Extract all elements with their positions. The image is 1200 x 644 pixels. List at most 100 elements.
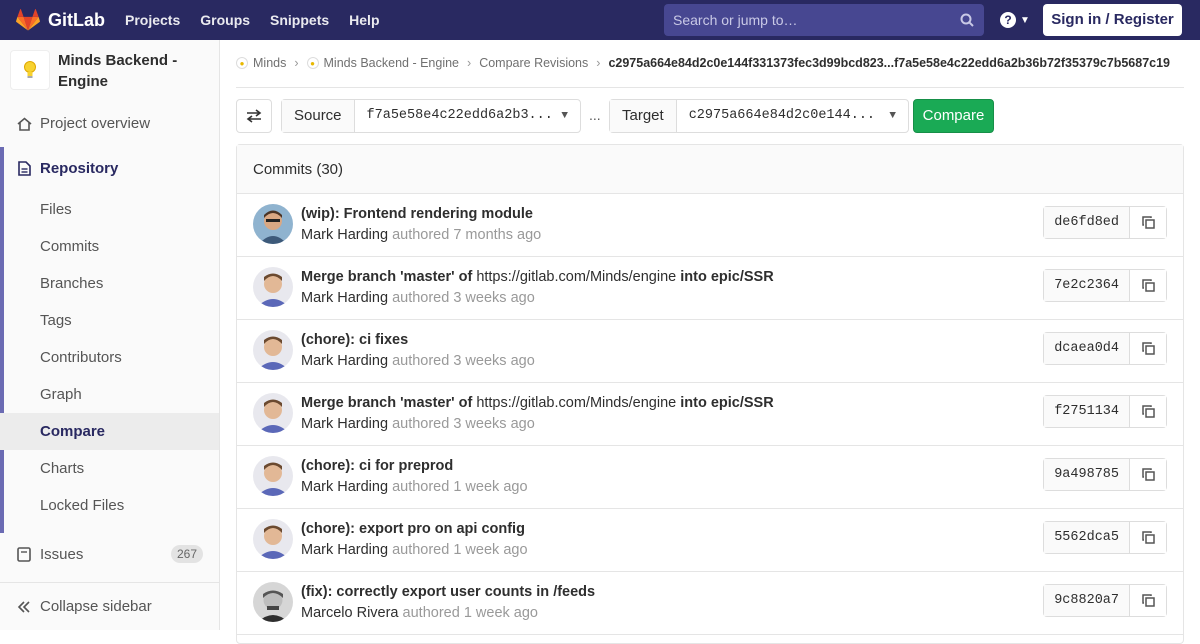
commit-sha[interactable]: dcaea0d4 bbox=[1044, 333, 1130, 364]
breadcrumb: ● Minds › ● Minds Backend - Engine › Com… bbox=[236, 48, 1184, 88]
sidebar-item-commits[interactable]: Commits bbox=[0, 228, 219, 265]
commit-author[interactable]: Mark Harding bbox=[301, 353, 388, 369]
copy-sha-button[interactable] bbox=[1130, 333, 1166, 364]
avatar[interactable] bbox=[253, 393, 293, 433]
copy-icon bbox=[1141, 531, 1155, 544]
commit-sha[interactable]: 9a498785 bbox=[1044, 459, 1130, 490]
sidebar-item-issues[interactable]: Issues 267 bbox=[0, 536, 219, 573]
commit-meta: Mark Harding authored 7 months ago bbox=[301, 227, 541, 243]
avatar[interactable] bbox=[253, 267, 293, 307]
avatar[interactable] bbox=[253, 519, 293, 559]
copy-sha-button[interactable] bbox=[1130, 396, 1166, 427]
group-avatar-icon: ● bbox=[236, 57, 248, 69]
target-ref-dropdown[interactable]: c2975a664e84d2c0e144... ▼ bbox=[677, 100, 908, 132]
double-chevron-left-icon bbox=[16, 599, 32, 615]
commit-sha[interactable]: 5562dca5 bbox=[1044, 522, 1130, 553]
commit-sha[interactable]: de6fd8ed bbox=[1044, 207, 1130, 238]
lightbulb-icon bbox=[24, 61, 36, 78]
swap-revisions-button[interactable] bbox=[236, 99, 272, 133]
breadcrumb-item-project[interactable]: ● Minds Backend - Engine bbox=[306, 56, 459, 70]
source-label: Source bbox=[282, 100, 355, 132]
commit-sha[interactable]: 9c8820a7 bbox=[1044, 585, 1130, 616]
help-dropdown[interactable]: ? ▼ bbox=[1000, 12, 1030, 28]
commit-title-suffix: into epic/SSR bbox=[680, 269, 774, 285]
sidebar-item-branches[interactable]: Branches bbox=[0, 265, 219, 302]
commit-sha[interactable]: 7e2c2364 bbox=[1044, 270, 1130, 301]
source-ref-dropdown[interactable]: f7a5e58e4c22edd6a2b3... ▼ bbox=[355, 100, 580, 132]
sidebar-item-graph[interactable]: Graph bbox=[0, 376, 219, 413]
sidebar-item-compare[interactable]: Compare bbox=[0, 413, 219, 450]
commit-verb: authored bbox=[392, 416, 450, 432]
commit-meta: Marcelo Rivera authored 1 week ago bbox=[301, 605, 538, 621]
sidebar-item-project-overview[interactable]: Project overview bbox=[0, 105, 219, 142]
commit-title-suffix: into epic/SSR bbox=[680, 395, 774, 411]
chevron-down-icon: ▼ bbox=[889, 110, 896, 122]
commit-sha-group: 7e2c2364 bbox=[1043, 269, 1167, 302]
commit-title[interactable]: (wip): Frontend rendering module bbox=[301, 206, 533, 222]
top-navbar: GitLab Projects Groups Snippets Help ? ▼… bbox=[0, 0, 1200, 40]
sign-in-button[interactable]: Sign in / Register bbox=[1043, 4, 1182, 36]
breadcrumb-item-compare[interactable]: Compare Revisions bbox=[479, 56, 588, 70]
copy-sha-button[interactable] bbox=[1130, 585, 1166, 616]
copy-icon bbox=[1141, 342, 1155, 355]
copy-sha-button[interactable] bbox=[1130, 522, 1166, 553]
commit-title[interactable]: Merge branch 'master' of https://gitlab.… bbox=[301, 395, 774, 411]
commit-title[interactable]: Merge branch 'master' of https://gitlab.… bbox=[301, 269, 774, 285]
commit-author[interactable]: Mark Harding bbox=[301, 542, 388, 558]
collapse-sidebar-button[interactable]: Collapse sidebar bbox=[0, 588, 219, 625]
source-ref-selector[interactable]: Source f7a5e58e4c22edd6a2b3... ▼ bbox=[281, 99, 581, 133]
commit-title-link[interactable]: https://gitlab.com/Minds/engine bbox=[476, 395, 676, 411]
project-header[interactable]: Minds Backend - Engine bbox=[10, 50, 198, 92]
commit-author[interactable]: Mark Harding bbox=[301, 416, 388, 432]
commit-row: (chore): ci for preprod Mark Harding aut… bbox=[237, 446, 1183, 509]
avatar[interactable] bbox=[253, 330, 293, 370]
commit-author[interactable]: Marcelo Rivera bbox=[301, 605, 399, 621]
sidebar-item-tags[interactable]: Tags bbox=[0, 302, 219, 339]
copy-sha-button[interactable] bbox=[1130, 270, 1166, 301]
nav-link-groups[interactable]: Groups bbox=[200, 12, 250, 28]
commit-meta: Mark Harding authored 1 week ago bbox=[301, 479, 528, 495]
chevron-down-icon: ▼ bbox=[1020, 14, 1030, 26]
sidebar-item-label: Project overview bbox=[40, 115, 151, 132]
sidebar-item-charts[interactable]: Charts bbox=[0, 450, 219, 487]
commit-title[interactable]: (chore): export pro on api config bbox=[301, 521, 525, 537]
commit-title[interactable]: (fix): correctly export user counts in /… bbox=[301, 584, 595, 600]
commit-title[interactable]: (chore): ci fixes bbox=[301, 332, 408, 348]
commit-author[interactable]: Mark Harding bbox=[301, 290, 388, 306]
swap-arrows-icon bbox=[246, 109, 262, 123]
avatar[interactable] bbox=[253, 456, 293, 496]
commit-verb: authored bbox=[392, 290, 450, 306]
nav-link-projects[interactable]: Projects bbox=[125, 12, 180, 28]
commit-author[interactable]: Mark Harding bbox=[301, 479, 388, 495]
avatar[interactable] bbox=[253, 204, 293, 244]
nav-link-snippets[interactable]: Snippets bbox=[270, 12, 329, 28]
range-dots: ... bbox=[589, 107, 601, 123]
copy-sha-button[interactable] bbox=[1130, 207, 1166, 238]
sidebar-item-contributors[interactable]: Contributors bbox=[0, 339, 219, 376]
commit-author[interactable]: Mark Harding bbox=[301, 227, 388, 243]
commit-sha[interactable]: f2751134 bbox=[1044, 396, 1130, 427]
compare-button[interactable]: Compare bbox=[913, 99, 994, 133]
target-ref-value: c2975a664e84d2c0e144... bbox=[688, 108, 876, 123]
commit-sha-group: 5562dca5 bbox=[1043, 521, 1167, 554]
commit-row: (wip): Frontend rendering module Mark Ha… bbox=[237, 194, 1183, 257]
breadcrumb-current[interactable]: c2975a664e84d2c0e144f331373fec3d99bcd823… bbox=[608, 56, 1170, 70]
commit-row: (chore): export pro on api config Mark H… bbox=[237, 509, 1183, 572]
copy-icon bbox=[1141, 468, 1155, 481]
commit-meta: Mark Harding authored 3 weeks ago bbox=[301, 290, 535, 306]
copy-icon bbox=[1141, 216, 1155, 229]
target-ref-selector[interactable]: Target c2975a664e84d2c0e144... ▼ bbox=[609, 99, 909, 133]
commit-sha-group: dcaea0d4 bbox=[1043, 332, 1167, 365]
breadcrumb-item-minds[interactable]: ● Minds bbox=[236, 56, 286, 70]
commit-title[interactable]: (chore): ci for preprod bbox=[301, 458, 453, 474]
sidebar-item-locked-files[interactable]: Locked Files bbox=[0, 487, 219, 524]
nav-link-help[interactable]: Help bbox=[349, 12, 379, 28]
copy-sha-button[interactable] bbox=[1130, 459, 1166, 490]
sidebar-item-repository[interactable]: Repository bbox=[0, 150, 219, 187]
search-input[interactable] bbox=[673, 12, 943, 28]
commit-meta: Mark Harding authored 3 weeks ago bbox=[301, 353, 535, 369]
commit-title-link[interactable]: https://gitlab.com/Minds/engine bbox=[476, 269, 676, 285]
gitlab-logo[interactable]: GitLab bbox=[0, 0, 105, 40]
sidebar-item-files[interactable]: Files bbox=[0, 191, 219, 228]
avatar[interactable] bbox=[253, 582, 293, 622]
